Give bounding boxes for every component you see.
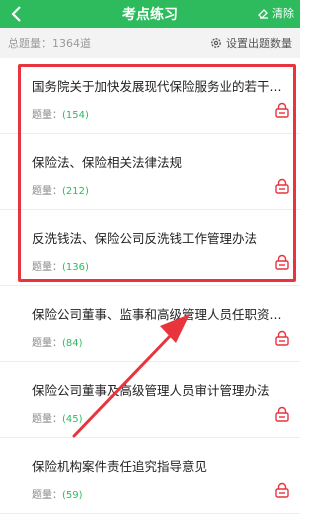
list-item[interactable]: 保险公司董事、监事和高级管理人员任职资... 题量：(84): [0, 286, 300, 362]
lock-icon[interactable]: [274, 406, 290, 422]
stats-bar: 总题量：1364道 设置出题数量: [0, 28, 300, 58]
item-title: 保险法、保险相关法律法规: [32, 155, 183, 170]
list-item[interactable]: 反洗钱法、保险公司反洗钱工作管理办法 题量：(136): [0, 210, 300, 286]
lock-icon[interactable]: [274, 178, 290, 194]
page-title: 考点练习: [122, 7, 178, 23]
clear-button[interactable]: 清除: [257, 5, 294, 21]
lock-icon[interactable]: [274, 330, 290, 346]
gear-icon: [211, 38, 221, 48]
item-count: 题量：(136): [32, 262, 89, 273]
list-item[interactable]: 保险公司董事及高级管理人员审计管理办法 题量：(45): [0, 362, 300, 438]
settings-label: 设置出题数量: [226, 37, 292, 50]
eraser-icon: [258, 9, 268, 19]
list-item[interactable]: 保险法、保险相关法律法规 题量：(212): [0, 134, 300, 210]
item-count: 题量：(212): [32, 186, 89, 197]
item-count: 题量：(84): [32, 338, 83, 349]
list-item[interactable]: 国务院关于加快发展现代保险服务业的若干... 题量：(154): [0, 58, 300, 134]
list-item[interactable]: 保险机构案件责任追究指导意见 题量：(59): [0, 438, 300, 514]
app-header: 考点练习 清除: [0, 0, 300, 28]
lock-icon[interactable]: [274, 254, 290, 270]
topic-list: 国务院关于加快发展现代保险服务业的若干... 题量：(154) 保险法、保险相关…: [0, 58, 300, 514]
lock-icon[interactable]: [274, 102, 290, 118]
item-title: 保险公司董事及高级管理人员审计管理办法: [32, 383, 270, 398]
lock-icon[interactable]: [274, 482, 290, 498]
back-button[interactable]: [6, 4, 26, 24]
total-count: 总题量：1364道: [8, 37, 91, 50]
item-count: 题量：(154): [32, 110, 89, 121]
settings-question-count-button[interactable]: 设置出题数量: [210, 35, 292, 51]
item-title: 保险机构案件责任追究指导意见: [32, 459, 208, 474]
item-title: 反洗钱法、保险公司反洗钱工作管理办法: [32, 231, 258, 246]
chevron-left-icon: [11, 6, 21, 22]
item-count: 题量：(45): [32, 414, 83, 425]
item-title: 国务院关于加快发展现代保险服务业的若干...: [32, 79, 282, 94]
clear-label: 清除: [272, 7, 294, 20]
item-count: 题量：(59): [32, 490, 83, 501]
item-title: 保险公司董事、监事和高级管理人员任职资...: [32, 307, 282, 322]
